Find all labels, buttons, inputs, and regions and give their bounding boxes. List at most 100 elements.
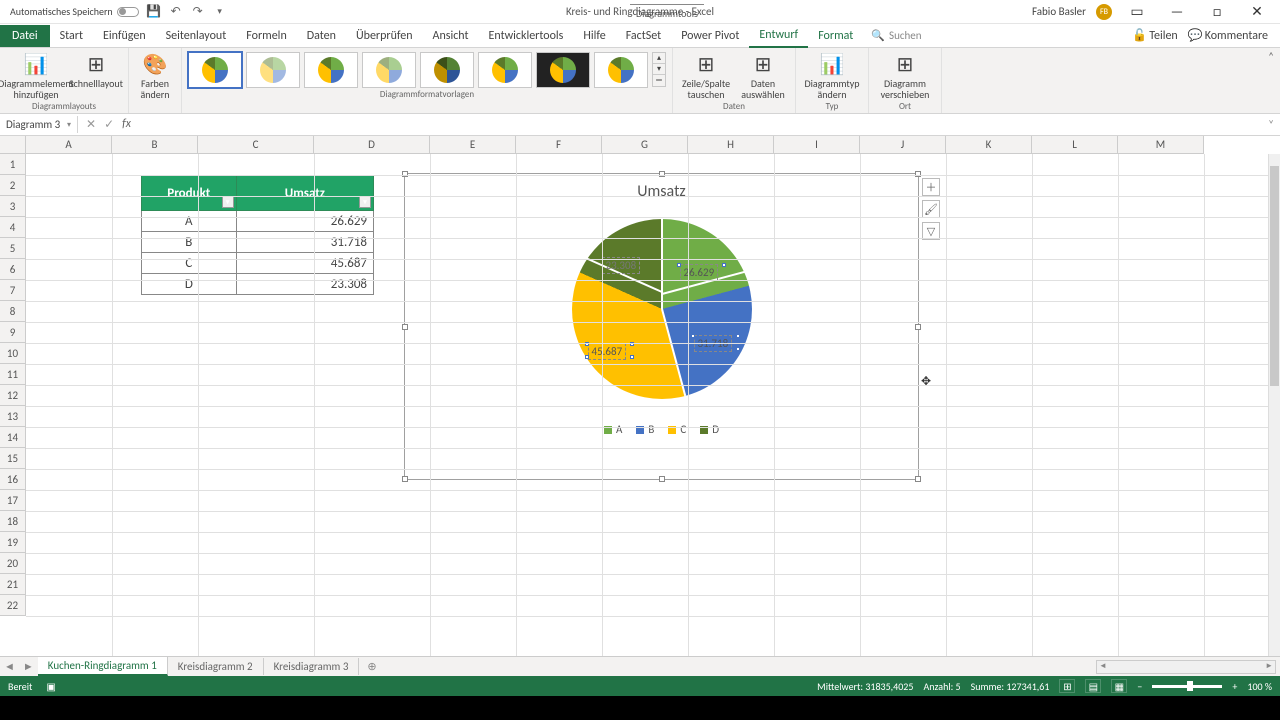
row-header[interactable]: 7 bbox=[0, 280, 26, 301]
select-data-button[interactable]: ⊞Daten auswählen bbox=[737, 52, 789, 100]
col-header[interactable]: M bbox=[1118, 136, 1204, 154]
move-chart-button[interactable]: ⊞Diagramm verschieben bbox=[875, 52, 935, 100]
chart-style-scroll[interactable]: ▴▾＝ bbox=[652, 52, 666, 87]
spreadsheet-grid[interactable]: ABCDEFGHIJKLM 12345678910111213141516171… bbox=[0, 136, 1280, 656]
tab-entwicklertools[interactable]: Entwicklertools bbox=[479, 25, 574, 47]
sheet-tab-2[interactable]: Kreisdiagramm 2 bbox=[168, 658, 264, 675]
fx-icon[interactable]: fx bbox=[122, 117, 131, 132]
table-cell[interactable]: D bbox=[142, 274, 237, 295]
col-header[interactable]: E bbox=[430, 136, 516, 154]
tab-start[interactable]: Start bbox=[50, 25, 93, 47]
chart-elements-icon[interactable]: ＋ bbox=[922, 178, 940, 196]
row-header[interactable]: 22 bbox=[0, 595, 26, 616]
add-chart-element-button[interactable]: 📊Diagrammelement hinzufügen bbox=[6, 52, 66, 100]
row-header[interactable]: 3 bbox=[0, 196, 26, 217]
user-name[interactable]: Fabio Basler bbox=[1032, 5, 1086, 18]
expand-formula-icon[interactable]: ˅ bbox=[1262, 118, 1280, 131]
chart-style-7[interactable] bbox=[536, 52, 590, 88]
select-all-corner[interactable] bbox=[0, 136, 26, 154]
table-cell[interactable]: 45.687 bbox=[236, 253, 373, 274]
resize-handle[interactable] bbox=[659, 171, 665, 177]
tab-entwurf[interactable]: Entwurf bbox=[749, 24, 808, 48]
resize-handle[interactable] bbox=[659, 476, 665, 482]
row-header[interactable]: 1 bbox=[0, 154, 26, 175]
row-header[interactable]: 17 bbox=[0, 490, 26, 511]
tab-file[interactable]: Datei bbox=[0, 25, 50, 47]
quick-layout-button[interactable]: ⊞Schnelllayout bbox=[70, 52, 122, 89]
col-header[interactable]: I bbox=[774, 136, 860, 154]
user-avatar-icon[interactable]: FB bbox=[1096, 4, 1112, 20]
tab-formeln[interactable]: Formeln bbox=[236, 25, 296, 47]
change-chart-type-button[interactable]: 📊Diagrammtyp ändern bbox=[802, 52, 862, 100]
chart-style-1[interactable] bbox=[188, 52, 242, 88]
horizontal-scrollbar[interactable] bbox=[1096, 660, 1276, 674]
comments-button[interactable]: 💬 Kommentare bbox=[1188, 28, 1268, 43]
chart-style-4[interactable] bbox=[362, 52, 416, 88]
data-table[interactable]: Produkt▾ Umsatz▾ A26.629 B31.718 C45.687… bbox=[141, 175, 374, 295]
col-header[interactable]: H bbox=[688, 136, 774, 154]
row-header[interactable]: 16 bbox=[0, 469, 26, 490]
change-colors-button[interactable]: 🎨Farben ändern bbox=[135, 52, 175, 100]
chart-style-8[interactable] bbox=[594, 52, 648, 88]
view-normal-icon[interactable]: ⊞ bbox=[1059, 679, 1075, 693]
row-header[interactable]: 6 bbox=[0, 259, 26, 280]
col-header[interactable]: B bbox=[112, 136, 198, 154]
tab-format[interactable]: Format bbox=[808, 25, 863, 47]
minimize-icon[interactable]: — bbox=[1162, 1, 1192, 23]
table-cell[interactable]: 31.718 bbox=[236, 232, 373, 253]
col-header[interactable]: A bbox=[26, 136, 112, 154]
cancel-formula-icon[interactable]: ✕ bbox=[86, 117, 96, 132]
add-sheet-icon[interactable]: ⊕ bbox=[359, 660, 384, 673]
chart-styles-icon[interactable]: 🖌 bbox=[922, 200, 940, 218]
tab-ueberpruefen[interactable]: Überprüfen bbox=[346, 25, 423, 47]
data-label-c[interactable]: 45.687 bbox=[588, 343, 627, 360]
table-cell[interactable]: C bbox=[142, 253, 237, 274]
sheet-nav-next-icon[interactable]: ► bbox=[19, 660, 38, 673]
tab-einfuegen[interactable]: Einfügen bbox=[93, 25, 156, 47]
zoom-level[interactable]: 100 % bbox=[1247, 680, 1272, 693]
view-pagebreak-icon[interactable]: ▦ bbox=[1111, 679, 1127, 693]
name-box[interactable]: Diagramm 3▾ bbox=[0, 116, 78, 133]
close-icon[interactable]: ✕ bbox=[1242, 1, 1272, 23]
tab-ansicht[interactable]: Ansicht bbox=[423, 25, 479, 47]
pie-chart[interactable]: 26.629 31.718 45.687 23.308 bbox=[572, 219, 752, 399]
resize-handle[interactable] bbox=[402, 476, 408, 482]
chart-legend[interactable]: A B C D bbox=[405, 423, 918, 436]
sheet-tab-1[interactable]: Kuchen-Ringdiagramm 1 bbox=[38, 657, 168, 676]
row-header[interactable]: 19 bbox=[0, 532, 26, 553]
table-header-umsatz[interactable]: Umsatz▾ bbox=[236, 176, 373, 211]
table-cell[interactable]: 23.308 bbox=[236, 274, 373, 295]
col-header[interactable]: D bbox=[314, 136, 430, 154]
row-header[interactable]: 13 bbox=[0, 406, 26, 427]
table-cell[interactable]: 26.629 bbox=[236, 211, 373, 232]
row-header[interactable]: 5 bbox=[0, 238, 26, 259]
row-header[interactable]: 9 bbox=[0, 322, 26, 343]
row-header[interactable]: 8 bbox=[0, 301, 26, 322]
col-header[interactable]: K bbox=[946, 136, 1032, 154]
col-header[interactable]: J bbox=[860, 136, 946, 154]
table-cell[interactable]: A bbox=[142, 211, 237, 232]
row-header[interactable]: 2 bbox=[0, 175, 26, 196]
row-header[interactable]: 14 bbox=[0, 427, 26, 448]
row-header[interactable]: 15 bbox=[0, 448, 26, 469]
row-header[interactable]: 18 bbox=[0, 511, 26, 532]
customize-qat-icon[interactable]: ▾ bbox=[213, 5, 227, 19]
col-header[interactable]: C bbox=[198, 136, 314, 154]
resize-handle[interactable] bbox=[915, 171, 921, 177]
tab-daten[interactable]: Daten bbox=[297, 25, 346, 47]
tab-hilfe[interactable]: Hilfe bbox=[573, 25, 615, 47]
row-header[interactable]: 12 bbox=[0, 385, 26, 406]
vertical-scrollbar[interactable] bbox=[1268, 154, 1280, 656]
share-button[interactable]: 🔓 Teilen bbox=[1132, 28, 1178, 43]
resize-handle[interactable] bbox=[915, 476, 921, 482]
zoom-out-icon[interactable]: − bbox=[1137, 680, 1142, 693]
row-header[interactable]: 21 bbox=[0, 574, 26, 595]
tab-powerpivot[interactable]: Power Pivot bbox=[671, 25, 749, 47]
chart-style-6[interactable] bbox=[478, 52, 532, 88]
row-header[interactable]: 10 bbox=[0, 343, 26, 364]
filter-icon[interactable]: ▾ bbox=[222, 196, 234, 208]
ribbon-options-icon[interactable]: ▭ bbox=[1122, 1, 1152, 23]
tell-me-search[interactable]: 🔍Suchen bbox=[871, 29, 921, 42]
tab-seitenlayout[interactable]: Seitenlayout bbox=[156, 25, 237, 47]
enter-formula-icon[interactable]: ✓ bbox=[104, 117, 114, 132]
